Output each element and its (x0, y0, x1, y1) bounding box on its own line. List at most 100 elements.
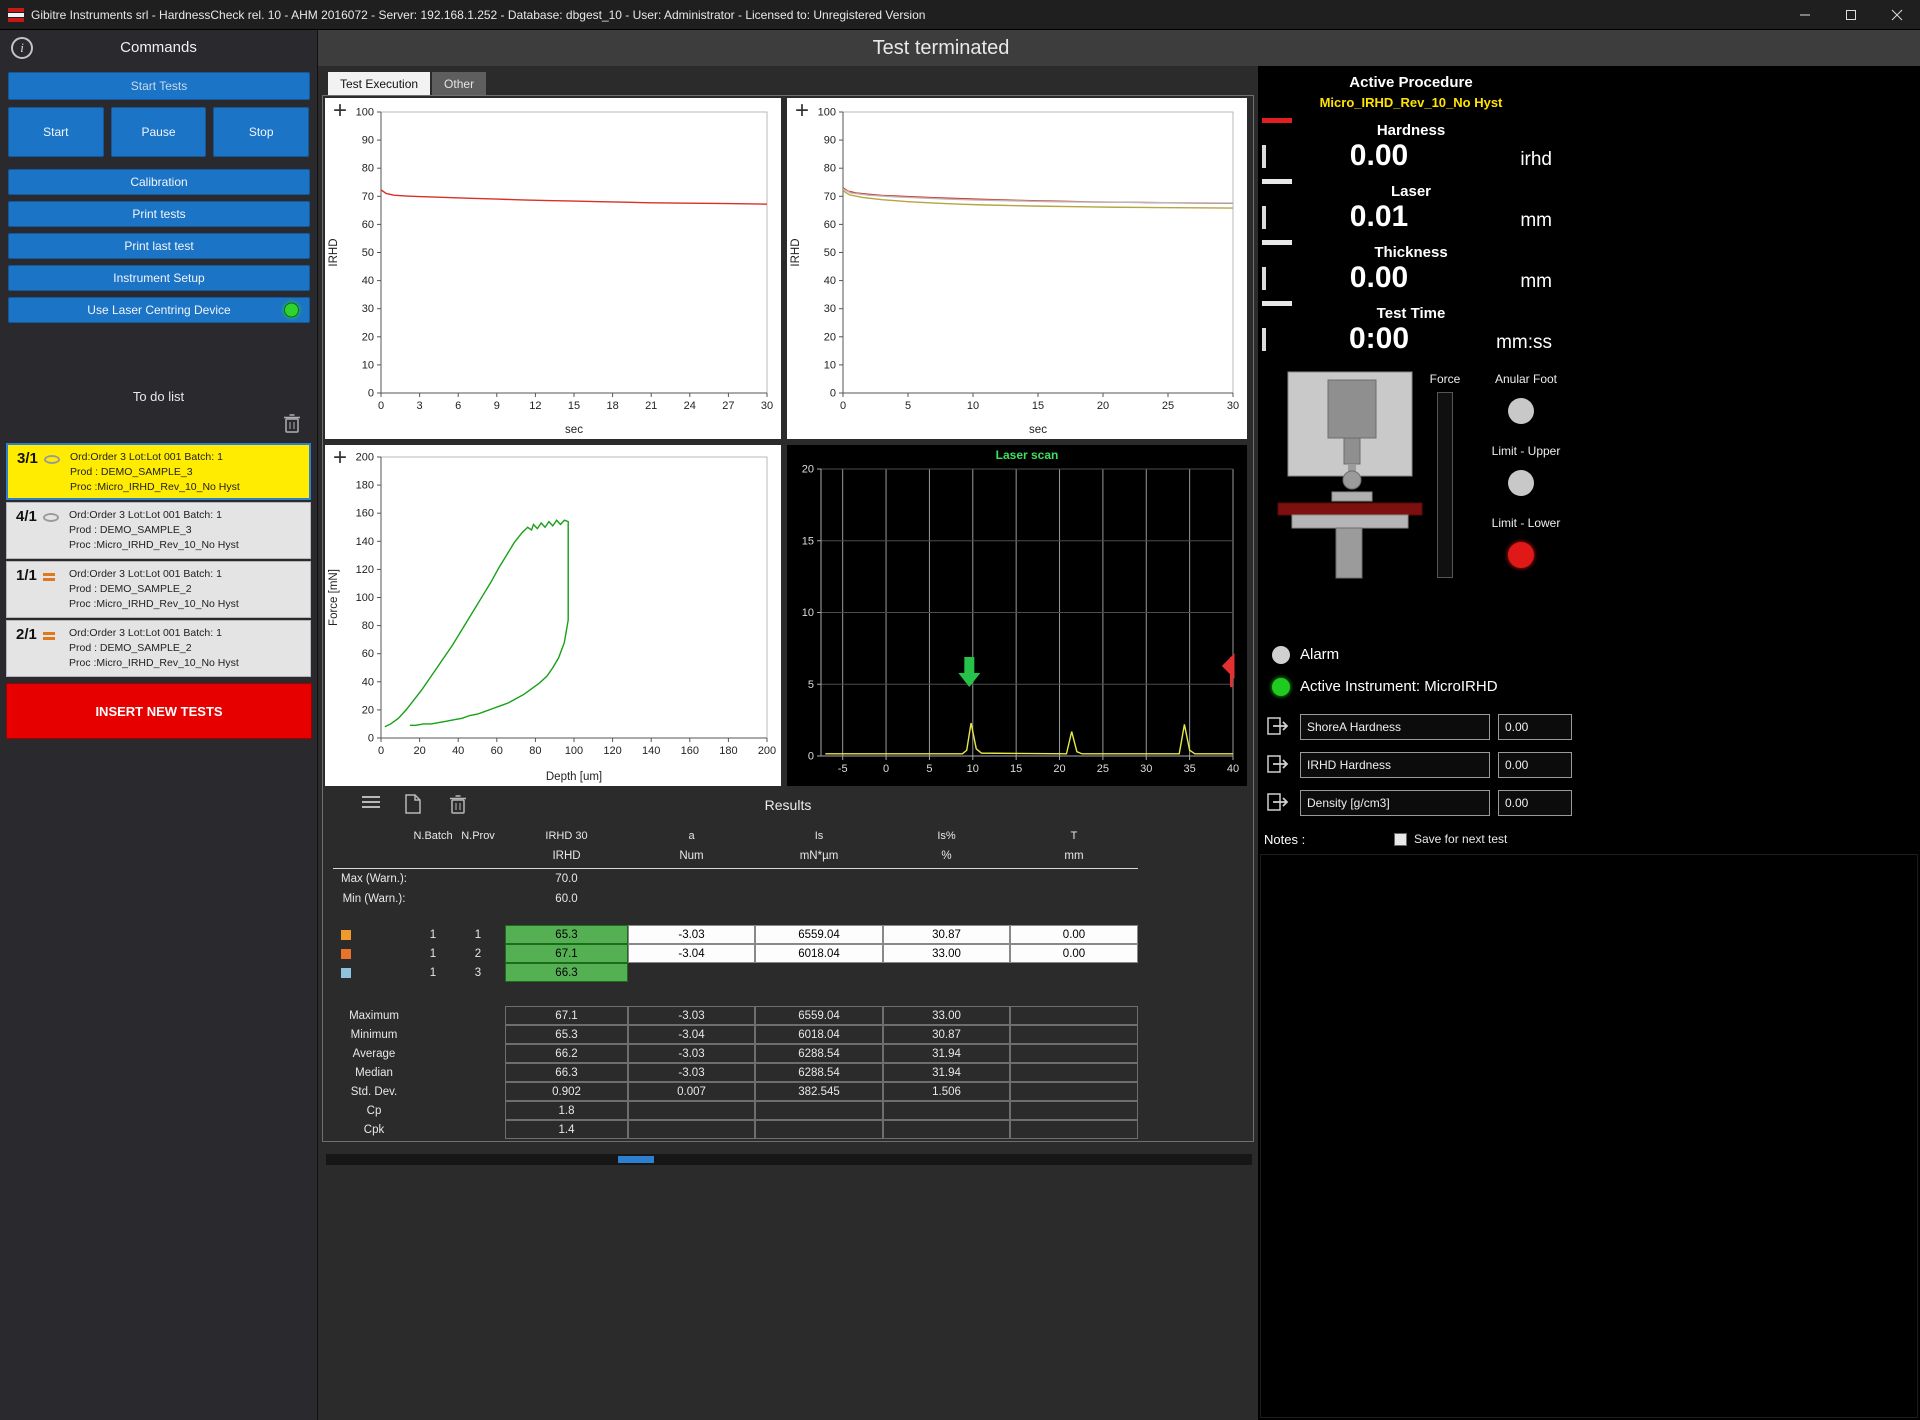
save-next-test-checkbox[interactable] (1394, 833, 1407, 846)
calibration-button[interactable]: Calibration (8, 169, 310, 195)
svg-text:0: 0 (830, 388, 836, 400)
measurement-value: 0.00 (1278, 139, 1480, 173)
warn-label: Min (Warn.): (333, 889, 415, 909)
todo-trash-icon[interactable] (283, 413, 301, 439)
test-execution-panel: + 03691215182124273001020304050607080901… (322, 95, 1254, 1142)
window-title: Gibitre Instruments srl - HardnessCheck … (31, 8, 1782, 22)
insert-new-tests-button[interactable]: INSERT NEW TESTS (6, 683, 312, 739)
svg-text:40: 40 (452, 745, 464, 757)
stat-label: Minimum (333, 1025, 415, 1044)
tab-bar: Test Execution Other (328, 72, 1254, 95)
svg-text:80: 80 (824, 163, 836, 175)
print-last-test-button[interactable]: Print last test (8, 233, 310, 259)
ispct-value: 33.00 (883, 944, 1010, 963)
result-row[interactable]: 1165.3-3.036559.0430.870.00 (333, 925, 1138, 944)
instrument-setup-button[interactable]: Instrument Setup (8, 265, 310, 291)
svg-text:Force [mN]: Force [mN] (328, 569, 340, 626)
start-tests-button[interactable]: Start Tests (8, 72, 310, 100)
ispct-value (883, 963, 1010, 982)
zoom-icon[interactable]: + (795, 98, 809, 124)
svg-text:30: 30 (1227, 400, 1239, 412)
svg-text:-5: -5 (838, 763, 848, 775)
laser-led-indicator (284, 303, 299, 318)
zoom-icon[interactable]: + (333, 445, 347, 471)
start-button[interactable]: Start (8, 107, 104, 157)
export-row: Density [g/cm3] 0.00 (1266, 790, 1588, 816)
table-cell (628, 869, 755, 889)
stat-irhd: 1.8 (505, 1101, 628, 1120)
measurement-indicator (1262, 179, 1292, 184)
export-field-value[interactable]: 0.00 (1498, 790, 1572, 816)
export-arrow-icon[interactable] (1266, 790, 1292, 816)
sample-dashes-icon (43, 632, 55, 676)
notes-row: Notes : Save for next test (1264, 832, 1664, 847)
tab-test-execution[interactable]: Test Execution (328, 72, 430, 95)
svg-text:40: 40 (362, 676, 374, 688)
svg-text:90: 90 (362, 135, 374, 147)
svg-text:80: 80 (529, 745, 541, 757)
print-tests-button[interactable]: Print tests (8, 201, 310, 227)
limit-upper-label: Limit - Upper (1482, 444, 1570, 458)
svg-text:40: 40 (1227, 763, 1239, 775)
zoom-icon[interactable]: + (333, 98, 347, 124)
unit-header: % (883, 846, 1010, 866)
maximize-button[interactable] (1828, 0, 1874, 30)
delete-results-icon[interactable] (449, 794, 467, 820)
svg-text:0: 0 (808, 751, 814, 763)
table-cell (451, 889, 505, 909)
svg-text:20: 20 (1053, 763, 1065, 775)
todo-list: 3/1Ord:Order 3 Lot:Lot 001 Batch: 1Prod … (0, 441, 317, 679)
stat-irhd: 0.902 (505, 1082, 628, 1101)
svg-text:15: 15 (568, 400, 580, 412)
tab-other[interactable]: Other (432, 72, 486, 95)
export-arrow-icon[interactable] (1266, 752, 1292, 778)
stat-label: Maximum (333, 1006, 415, 1025)
todo-item[interactable]: 4/1Ord:Order 3 Lot:Lot 001 Batch: 1Prod … (6, 502, 311, 559)
notes-area[interactable] (1260, 854, 1918, 1418)
t-value (1010, 963, 1138, 982)
svg-text:70: 70 (824, 191, 836, 203)
svg-text:25: 25 (1162, 400, 1174, 412)
result-row[interactable]: 1366.3 (333, 963, 1138, 982)
instrument-diagram (1270, 366, 1430, 581)
todo-item[interactable]: 1/1Ord:Order 3 Lot:Lot 001 Batch: 1Prod … (6, 561, 311, 618)
svg-text:0: 0 (368, 388, 374, 400)
info-icon[interactable]: i (11, 37, 33, 59)
todo-item[interactable]: 3/1Ord:Order 3 Lot:Lot 001 Batch: 1Prod … (6, 443, 311, 500)
export-field-value[interactable]: 0.00 (1498, 714, 1572, 740)
svg-text:100: 100 (356, 107, 374, 119)
measurement-tick (1262, 328, 1266, 351)
table-cell (883, 889, 1010, 909)
svg-text:10: 10 (967, 763, 979, 775)
horizontal-scrollbar[interactable] (326, 1154, 1252, 1165)
measurement-hardness: Hardness0.00irhd (1262, 118, 1560, 177)
svg-text:30: 30 (824, 303, 836, 315)
minimize-button[interactable] (1782, 0, 1828, 30)
laser-scan-chart: -5051015202530354005101520Laser scan (787, 445, 1247, 786)
stop-button[interactable]: Stop (213, 107, 309, 157)
pause-button[interactable]: Pause (111, 107, 207, 157)
export-field-value[interactable]: 0.00 (1498, 752, 1572, 778)
export-arrow-icon[interactable] (1266, 714, 1292, 740)
is-value: 6018.04 (755, 944, 883, 963)
stat-irhd: 66.3 (505, 1063, 628, 1082)
export-field-label: Density [g/cm3] (1300, 790, 1490, 816)
laser-centring-button[interactable]: Use Laser Centring Device (8, 297, 310, 323)
new-report-icon[interactable] (405, 794, 421, 819)
menu-icon[interactable] (361, 794, 381, 815)
svg-text:Laser scan: Laser scan (996, 448, 1059, 462)
svg-text:30: 30 (362, 303, 374, 315)
alarm-indicator (1272, 646, 1290, 664)
result-row[interactable]: 1267.1-3.046018.0433.000.00 (333, 944, 1138, 963)
main-area: Test Execution Other + 03691215182124273… (318, 66, 1258, 1420)
close-button[interactable] (1874, 0, 1920, 30)
instrument-panel: Active Procedure Micro_IRHD_Rev_10_No Hy… (1258, 66, 1920, 1420)
table-cell (415, 1044, 451, 1063)
stat-irhd: 65.3 (505, 1025, 628, 1044)
todo-item[interactable]: 2/1Ord:Order 3 Lot:Lot 001 Batch: 1Prod … (6, 620, 311, 677)
svg-text:100: 100 (356, 592, 374, 604)
measurement-indicator (1262, 240, 1292, 245)
svg-text:27: 27 (722, 400, 734, 412)
svg-text:5: 5 (905, 400, 911, 412)
scrollbar-thumb[interactable] (618, 1156, 654, 1163)
